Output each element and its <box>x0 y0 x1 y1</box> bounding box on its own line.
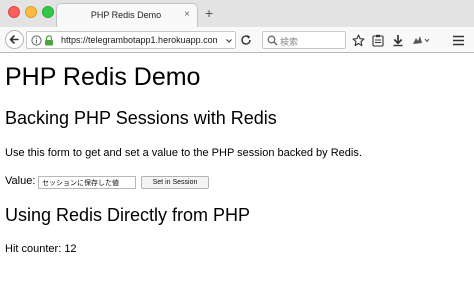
lock-icon[interactable] <box>44 35 54 46</box>
url-text: https://telegrambotapp1.herokuapp.com <box>61 35 217 45</box>
extension-icon[interactable] <box>412 34 430 47</box>
tab-title: PHP Redis Demo <box>90 10 162 20</box>
bookmark-star-icon[interactable] <box>352 34 365 47</box>
section-heading-sessions: Backing PHP Sessions with Redis <box>5 108 277 128</box>
url-bar[interactable]: https://telegrambotapp1.herokuapp.com <box>26 31 236 49</box>
hamburger-menu-icon[interactable] <box>452 34 465 47</box>
value-label: Value: <box>5 175 36 187</box>
section-heading-redis-direct: Using Redis Directly from PHP <box>5 205 251 225</box>
page-content: PHP Redis Demo Backing PHP Sessions with… <box>0 54 474 302</box>
hit-counter-value: 12 <box>64 243 77 255</box>
back-arrow-icon <box>9 35 19 44</box>
tab-close-icon[interactable]: × <box>184 9 190 20</box>
section-description: Use this form to get and set a value to … <box>5 147 362 159</box>
hit-counter: Hit counter: 12 <box>5 243 77 255</box>
page-title: PHP Redis Demo <box>5 63 201 91</box>
value-input[interactable] <box>38 176 136 189</box>
tab-php-redis-demo[interactable]: PHP Redis Demo × <box>56 3 198 28</box>
info-icon[interactable] <box>31 35 42 46</box>
reload-icon[interactable] <box>240 34 252 46</box>
search-bar[interactable]: 検索 <box>262 31 346 49</box>
url-dropdown-chevron-icon[interactable] <box>225 37 233 45</box>
hit-counter-label: Hit counter: <box>5 243 62 255</box>
window-zoom-button[interactable] <box>42 6 54 18</box>
title-bar: PHP Redis Demo × + <box>0 0 474 28</box>
window-minimize-button[interactable] <box>25 6 37 18</box>
set-in-session-button[interactable]: Set in Session <box>141 176 209 189</box>
nav-toolbar: https://telegrambotapp1.herokuapp.com 検索 <box>0 27 474 53</box>
search-placeholder: 検索 <box>280 37 299 47</box>
back-button[interactable] <box>5 30 24 49</box>
search-icon <box>267 35 278 46</box>
new-tab-button[interactable]: + <box>205 5 213 21</box>
download-icon[interactable] <box>392 34 404 47</box>
reading-list-icon[interactable] <box>372 34 384 47</box>
window-close-button[interactable] <box>8 6 20 18</box>
